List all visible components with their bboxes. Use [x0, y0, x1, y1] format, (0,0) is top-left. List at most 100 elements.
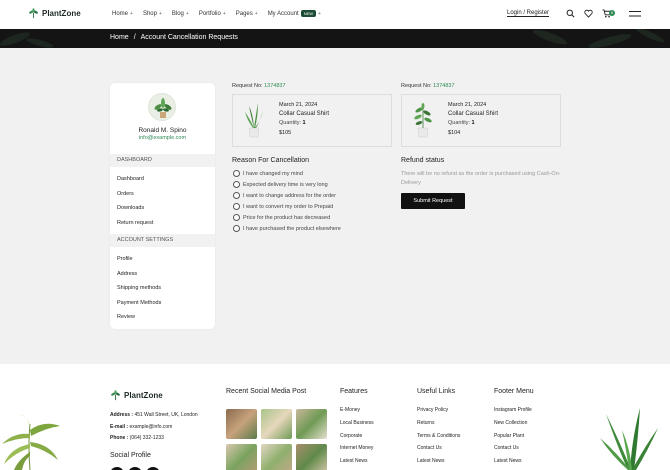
- reason-label: Price for the product has decreased: [243, 214, 331, 221]
- reason-label: I have purchased the product elsewhere: [243, 225, 341, 232]
- radio-button[interactable]: [233, 214, 240, 221]
- request-card-2: March 21, 2024 Collar Casual Shirt Quant…: [401, 94, 561, 147]
- footer-menu-title: Footer Menu: [494, 388, 534, 395]
- breadcrumb-separator: /: [133, 34, 136, 41]
- nav-my-account[interactable]: My Account NEW +: [268, 10, 321, 17]
- sidebar-item-return-request[interactable]: Return request: [117, 220, 153, 226]
- phone-value[interactable]: (064) 332-1233: [130, 435, 164, 441]
- product-name[interactable]: Collar Casual Shirt: [279, 111, 329, 117]
- breadcrumb-banner: Home / Account Cancellation Requests: [0, 29, 670, 48]
- plant-avatar-icon: [154, 98, 172, 118]
- nav-blog[interactable]: Blog +: [172, 10, 189, 17]
- breadcrumb-current: Account Cancellation Requests: [140, 34, 238, 41]
- price: $104: [448, 130, 461, 136]
- footer-link[interactable]: Instagram Profile: [494, 407, 532, 413]
- quantity-label: Quantity:: [448, 120, 471, 126]
- plus-icon: +: [318, 10, 321, 17]
- footer-link[interactable]: Contact Us: [494, 445, 519, 451]
- quantity-value: 1: [302, 120, 306, 126]
- footer-link[interactable]: Terms & Conditions: [417, 433, 460, 439]
- footer-link[interactable]: Corporate: [340, 433, 362, 439]
- social-post-image[interactable]: [296, 444, 327, 470]
- nav-portfolio[interactable]: Portfolio +: [199, 10, 226, 17]
- reason-label: Expected delivery time is very long: [243, 181, 328, 188]
- snake-plant-decor-icon: [600, 408, 658, 470]
- reason-label: I want to convert my order to Prepaid: [243, 203, 334, 210]
- email-label: E-mail :: [110, 424, 129, 430]
- radio-button[interactable]: [233, 192, 240, 199]
- footer-link[interactable]: New Collection: [494, 420, 527, 426]
- social-post-image[interactable]: [261, 444, 292, 470]
- footer-link[interactable]: Internet Money: [340, 445, 373, 451]
- sidebar-item-dashboard[interactable]: Dashboard: [117, 176, 144, 182]
- new-badge: NEW: [300, 10, 317, 17]
- footer-email: E-mail : example@info.com: [110, 424, 172, 430]
- footer-link[interactable]: Latest News: [417, 458, 445, 464]
- reason-option[interactable]: I want to convert my order to Prepaid: [233, 203, 333, 210]
- plus-icon: +: [254, 10, 258, 17]
- reason-option[interactable]: Expected delivery time is very long: [233, 181, 328, 188]
- footer-link[interactable]: Popular Plant: [494, 433, 524, 439]
- social-profile-title: Social Profile: [110, 452, 151, 459]
- radio-button[interactable]: [233, 203, 240, 210]
- nav-pages[interactable]: Pages +: [236, 10, 258, 17]
- footer-link[interactable]: Privacy Policy: [417, 407, 448, 413]
- sidebar-item-downloads[interactable]: Downloads: [117, 205, 144, 211]
- request-card-1: March 21, 2024 Collar Casual Shirt Quant…: [232, 94, 392, 147]
- reason-option[interactable]: I want to change address for the order: [233, 192, 336, 199]
- nav-home-label: Home: [112, 10, 129, 17]
- footer-link[interactable]: Contact Us: [417, 445, 442, 451]
- quantity: Quantity: 1: [448, 120, 475, 126]
- breadcrumb-home[interactable]: Home: [110, 34, 129, 41]
- nav-shop[interactable]: Shop +: [143, 10, 162, 17]
- plus-icon: +: [222, 10, 226, 17]
- wishlist-icon[interactable]: [584, 9, 593, 18]
- leaf-logo-icon: [111, 390, 120, 401]
- footer-link[interactable]: Latest News: [494, 458, 522, 464]
- account-settings-section-head: ACCOUNT SETTINGS: [110, 234, 215, 247]
- radio-button[interactable]: [233, 225, 240, 232]
- reason-option[interactable]: I have purchased the product elsewhere: [233, 225, 341, 232]
- footer-brand-logo[interactable]: PlantZone: [110, 390, 163, 401]
- request-number-2: Request No: 1374837: [401, 83, 455, 89]
- social-post-image[interactable]: [226, 444, 257, 470]
- sidebar-item-orders[interactable]: Orders: [117, 191, 134, 197]
- radio-button[interactable]: [233, 170, 240, 177]
- footer-link[interactable]: E-Money: [340, 407, 360, 413]
- breadcrumb: Home / Account Cancellation Requests: [110, 34, 238, 41]
- refund-status-title: Refund status: [401, 157, 445, 164]
- nav-shop-label: Shop: [142, 10, 157, 17]
- request-date: March 21, 2024: [279, 102, 318, 108]
- nav-home[interactable]: Home +: [112, 10, 133, 17]
- product-name[interactable]: Collar Casual Shirt: [448, 111, 498, 117]
- sidebar-item-review[interactable]: Review: [117, 314, 135, 320]
- reason-option[interactable]: Price for the product has decreased: [233, 214, 330, 221]
- reason-label: I want to change address for the order: [243, 192, 336, 199]
- search-icon[interactable]: [566, 9, 575, 18]
- email-value[interactable]: example@info.com: [129, 424, 172, 430]
- footer-link[interactable]: Latest News: [340, 458, 368, 464]
- footer-link[interactable]: Local Business: [340, 420, 374, 426]
- sidebar-item-profile[interactable]: Profile: [117, 256, 133, 262]
- social-post-image[interactable]: [226, 409, 257, 439]
- features-title: Features: [340, 388, 368, 395]
- user-email[interactable]: info@example.com: [110, 135, 215, 141]
- sidebar-item-payment-methods[interactable]: Payment Methods: [117, 300, 161, 306]
- reason-option[interactable]: I have changed my mind: [233, 170, 303, 177]
- avatar: [148, 93, 176, 121]
- submit-request-button[interactable]: Submit Request: [401, 193, 465, 209]
- sidebar-item-address[interactable]: Address: [117, 271, 137, 277]
- nav-my-account-label: My Account: [267, 10, 299, 17]
- social-post-image[interactable]: [296, 409, 327, 439]
- brand-logo[interactable]: PlantZone: [28, 8, 81, 19]
- request-date: March 21, 2024: [448, 102, 487, 108]
- social-post-image[interactable]: [261, 409, 292, 439]
- footer-link[interactable]: Returns: [417, 420, 435, 426]
- login-register-link[interactable]: Login / Register: [507, 10, 550, 17]
- address-value: 451 Wall Street, UK, London: [134, 412, 198, 418]
- recent-posts-title: Recent Social Media Post: [226, 388, 307, 395]
- refund-status-text: There will be no refund as the order is …: [401, 171, 561, 186]
- radio-button[interactable]: [233, 181, 240, 188]
- sidebar-item-shipping-methods[interactable]: Shipping methods: [117, 285, 161, 291]
- hamburger-menu-icon[interactable]: [629, 10, 641, 18]
